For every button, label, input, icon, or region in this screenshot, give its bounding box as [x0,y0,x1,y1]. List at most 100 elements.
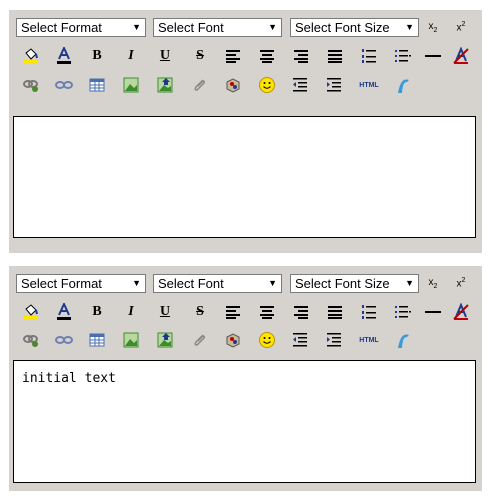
align-left-icon [226,306,240,319]
subscript-button[interactable]: x2 [422,272,444,294]
underline-button[interactable]: U [154,301,176,323]
rich-text-editor-1: Select Format ▼ Select Font ▼ Select Fon… [9,10,482,253]
insert-image-button[interactable] [120,74,142,96]
horizontal-rule-icon [425,311,441,313]
strikethrough-button[interactable]: S [189,45,211,67]
chevron-down-icon: ▼ [268,278,277,288]
remove-format-button[interactable] [450,301,472,323]
ordered-list-icon [362,305,376,319]
bold-button[interactable]: B [86,301,108,323]
superscript-icon: x2 [456,20,466,34]
flash-icon [398,79,409,93]
horizontal-rule-icon [425,55,441,57]
remove-format-icon [453,303,469,320]
insert-table-button[interactable] [86,329,108,351]
justify-button[interactable] [324,45,346,67]
bold-button[interactable]: B [86,45,108,67]
format-select[interactable]: Select Format ▼ [16,274,146,293]
justify-icon [328,50,342,63]
insert-emoticon-button[interactable] [256,74,278,96]
subscript-button[interactable]: x2 [422,16,444,38]
outdent-button[interactable] [290,329,312,351]
attach-file-button[interactable] [189,74,211,96]
insert-flash-button[interactable] [392,329,414,351]
horizontal-rule-button[interactable] [422,301,444,323]
unlink-icon [55,336,73,344]
bold-icon: B [92,48,102,63]
align-right-button[interactable] [290,45,312,67]
font-size-select-value: Select Font Size [295,276,390,291]
paint-bucket-icon [24,304,38,320]
format-select[interactable]: Select Format ▼ [16,18,146,37]
insert-link-button[interactable] [20,329,42,351]
insert-image-button[interactable] [120,329,142,351]
rich-text-editor-2: Select Format ▼ Select Font ▼ Select Fon… [9,266,482,491]
superscript-button[interactable]: x2 [450,272,472,294]
italic-button[interactable]: I [120,301,142,323]
unordered-list-icon [395,306,411,318]
chevron-down-icon: ▼ [405,278,414,288]
editor-content-area[interactable] [13,116,476,238]
smiley-icon [259,332,275,348]
media-box-icon [226,78,240,93]
justify-button[interactable] [324,301,346,323]
font-size-select-value: Select Font Size [295,20,390,35]
subscript-icon: x2 [428,20,438,34]
smiley-icon [259,77,275,93]
unordered-list-button[interactable] [392,45,414,67]
font-size-select[interactable]: Select Font Size ▼ [290,18,419,37]
remove-format-button[interactable] [450,45,472,67]
format-select-value: Select Format [21,276,102,291]
text-color-button[interactable] [53,45,75,67]
upload-image-button[interactable] [154,74,176,96]
unlink-button[interactable] [53,329,75,351]
insert-emoticon-button[interactable] [256,329,278,351]
attach-file-button[interactable] [189,329,211,351]
underline-button[interactable]: U [154,45,176,67]
background-color-button[interactable] [20,45,42,67]
insert-table-button[interactable] [86,74,108,96]
subscript-icon: x2 [428,276,438,290]
link-icon [23,335,38,347]
insert-media-button[interactable] [222,74,244,96]
insert-link-button[interactable] [20,74,42,96]
font-size-select[interactable]: Select Font Size ▼ [290,274,419,293]
indent-button[interactable] [324,74,346,96]
outdent-icon [293,333,307,347]
unlink-button[interactable] [53,74,75,96]
align-center-icon [260,306,274,319]
table-icon [89,333,105,347]
editor-content-area[interactable]: initial text [13,360,476,483]
html-source-button[interactable]: HTML [358,74,380,96]
font-select[interactable]: Select Font ▼ [153,274,282,293]
font-select[interactable]: Select Font ▼ [153,18,282,37]
align-left-button[interactable] [222,45,244,67]
outdent-button[interactable] [290,74,312,96]
horizontal-rule-button[interactable] [422,45,444,67]
font-select-value: Select Font [158,20,224,35]
underline-icon: U [159,48,171,63]
ordered-list-button[interactable] [358,45,380,67]
unlink-icon [55,81,73,89]
superscript-button[interactable]: x2 [450,16,472,38]
align-center-icon [260,50,274,63]
align-right-button[interactable] [290,301,312,323]
unordered-list-button[interactable] [392,301,414,323]
background-color-button[interactable] [20,301,42,323]
align-right-icon [294,50,308,63]
insert-flash-button[interactable] [392,74,414,96]
upload-image-icon [157,77,173,93]
ordered-list-button[interactable] [358,301,380,323]
indent-button[interactable] [324,329,346,351]
align-center-button[interactable] [256,45,278,67]
strikethrough-button[interactable]: S [189,301,211,323]
insert-media-button[interactable] [222,329,244,351]
text-color-button[interactable] [53,301,75,323]
unordered-list-icon [395,50,411,62]
superscript-icon: x2 [456,276,466,290]
italic-button[interactable]: I [120,45,142,67]
upload-image-button[interactable] [154,329,176,351]
html-source-button[interactable]: HTML [358,329,380,351]
align-center-button[interactable] [256,301,278,323]
align-left-button[interactable] [222,301,244,323]
